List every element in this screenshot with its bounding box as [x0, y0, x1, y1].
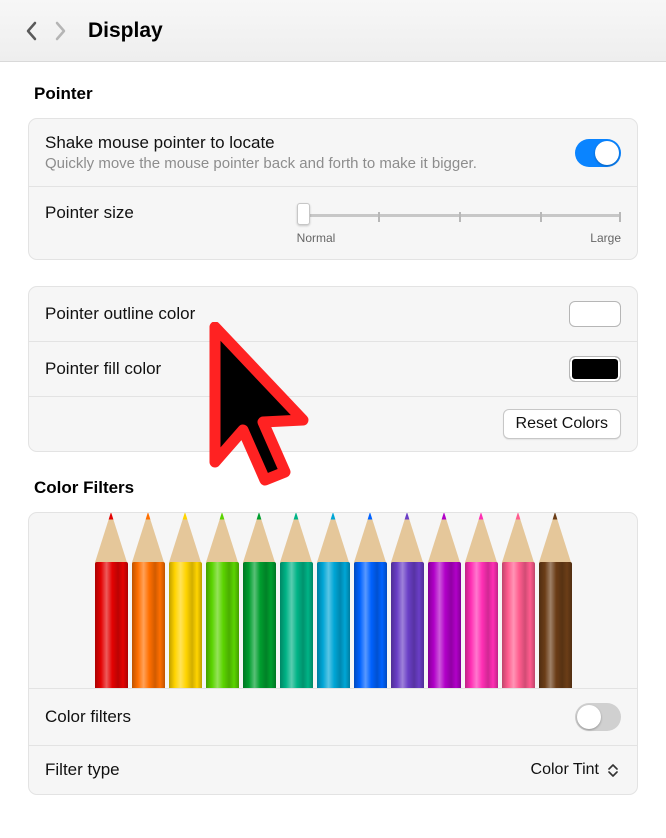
pencil-icon — [95, 513, 128, 688]
header: Display — [0, 0, 666, 62]
shake-toggle[interactable] — [575, 139, 621, 167]
pencil-icon — [428, 513, 461, 688]
fill-color-row: Pointer fill color — [29, 342, 637, 397]
color-filters-preview — [29, 513, 637, 689]
filter-type-popup[interactable]: Color Tint — [531, 761, 621, 779]
pencil-icon — [206, 513, 239, 688]
color-filters-panel: Color filters Filter type Color Tint — [28, 512, 638, 795]
reset-colors-row: Reset Colors — [29, 397, 637, 451]
pencil-icon — [243, 513, 276, 688]
forward-button[interactable] — [46, 17, 74, 45]
pencil-icon — [280, 513, 313, 688]
chevron-left-icon — [25, 21, 39, 41]
pencil-icon — [169, 513, 202, 688]
outline-color-well[interactable] — [569, 301, 621, 327]
color-filters-row: Color filters — [29, 689, 637, 746]
filter-type-row: Filter type Color Tint — [29, 746, 637, 794]
filter-type-value: Color Tint — [531, 761, 599, 779]
pointer-colors-panel: Pointer outline color Pointer fill color… — [28, 286, 638, 452]
pencil-icon — [465, 513, 498, 688]
outline-color-row: Pointer outline color — [29, 287, 637, 342]
pencil-icon — [502, 513, 535, 688]
reset-colors-button[interactable]: Reset Colors — [503, 409, 621, 439]
filter-type-label: Filter type — [45, 760, 531, 780]
pencil-icon — [317, 513, 350, 688]
outline-color-label: Pointer outline color — [45, 304, 569, 324]
color-filters-label: Color filters — [45, 707, 575, 727]
fill-color-well[interactable] — [569, 356, 621, 382]
pencil-icon — [539, 513, 572, 688]
pencil-icon — [132, 513, 165, 688]
pointer-section-label: Pointer — [34, 84, 638, 104]
color-filters-toggle[interactable] — [575, 703, 621, 731]
shake-subtitle: Quickly move the mouse pointer back and … — [45, 155, 575, 172]
slider-max-label: Large — [590, 231, 621, 245]
slider-min-label: Normal — [297, 231, 336, 245]
pointer-panel: Shake mouse pointer to locate Quickly mo… — [28, 118, 638, 260]
pointer-size-title: Pointer size — [45, 201, 277, 223]
shake-to-locate-row: Shake mouse pointer to locate Quickly mo… — [29, 119, 637, 187]
chevron-right-icon — [53, 21, 67, 41]
pencil-icon — [354, 513, 387, 688]
back-button[interactable] — [18, 17, 46, 45]
pencil-icon — [391, 513, 424, 688]
updown-caret-icon — [605, 761, 621, 779]
content: Pointer Shake mouse pointer to locate Qu… — [0, 62, 666, 795]
shake-title: Shake mouse pointer to locate — [45, 133, 575, 153]
color-filters-section-label: Color Filters — [34, 478, 638, 498]
fill-color-label: Pointer fill color — [45, 359, 569, 379]
slider-thumb[interactable] — [297, 203, 310, 225]
pointer-size-row: Pointer size Normal Large — [29, 187, 637, 259]
page-title: Display — [88, 19, 163, 43]
pointer-size-slider[interactable] — [297, 201, 621, 229]
